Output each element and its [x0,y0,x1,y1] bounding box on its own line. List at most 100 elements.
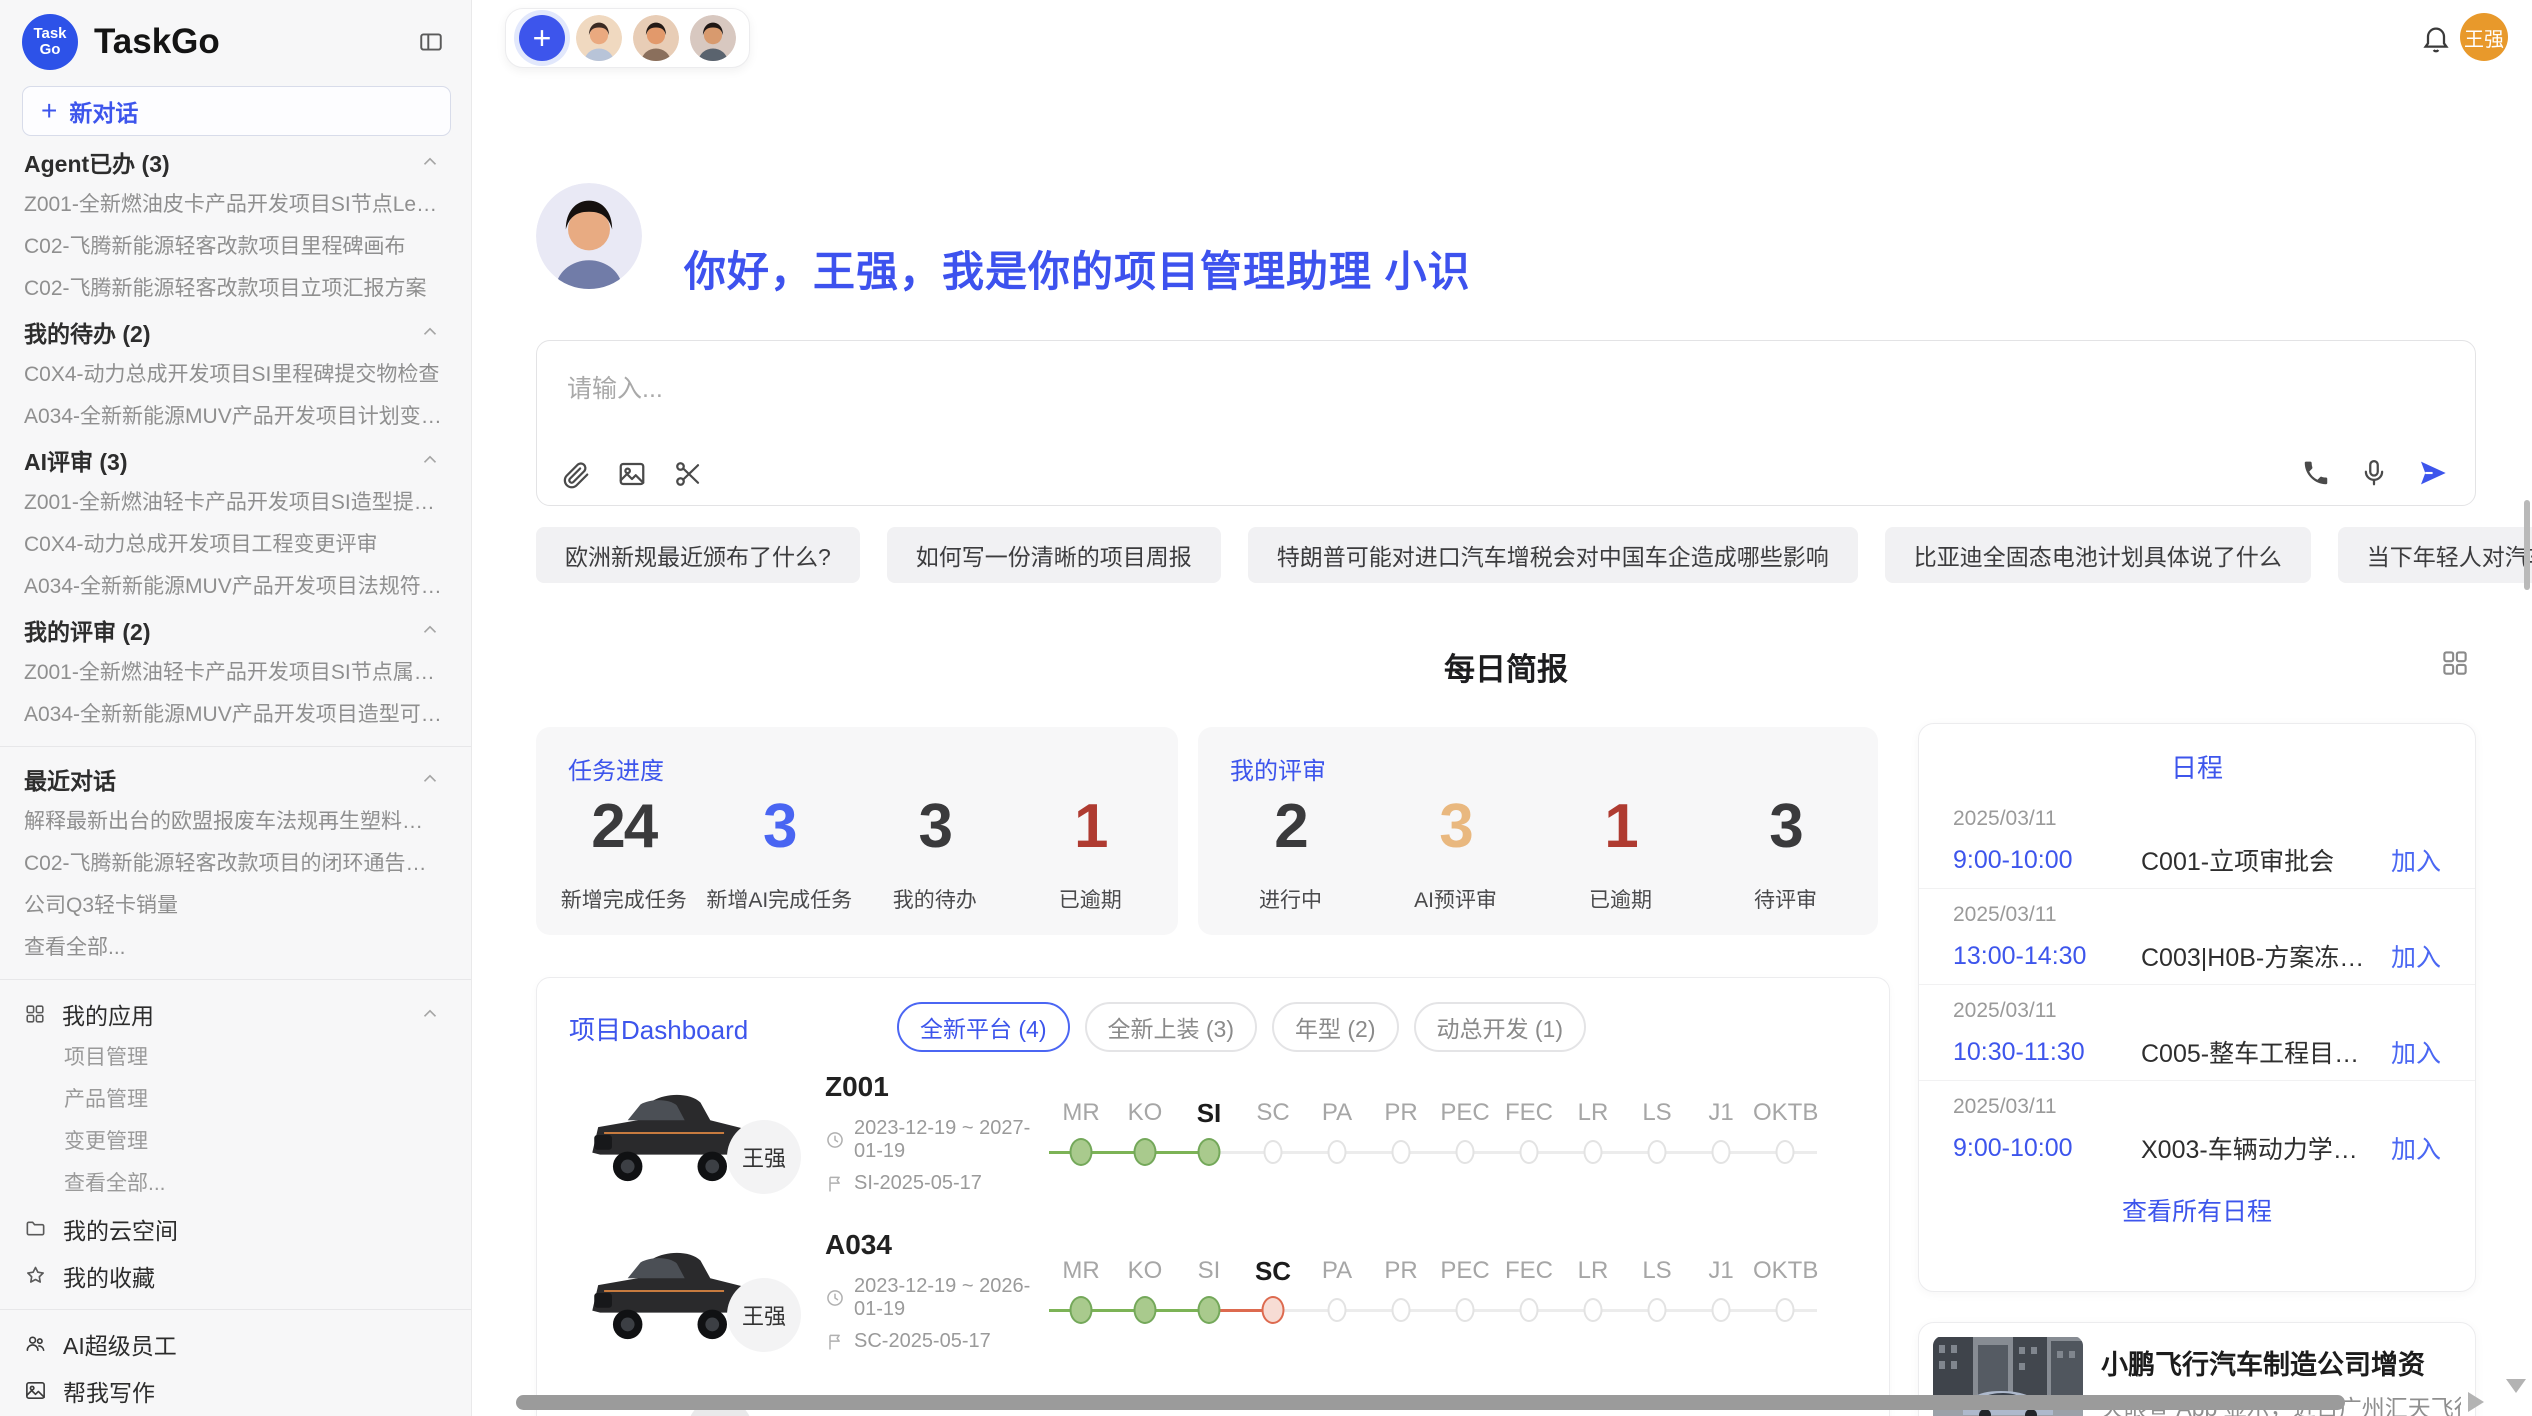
layout-grid-icon[interactable] [2440,648,2470,678]
project-row[interactable]: 王强A0342023-12-19 ~ 2026-01-19SC-2025-05-… [573,1216,1817,1366]
recent-conversations-header[interactable]: 最近对话 [0,757,471,801]
milestone-dot [1584,1298,1603,1322]
milestone: SC [1241,1096,1305,1170]
recent-conversation-item[interactable]: C02-飞腾新能源轻客改款项目的闭环通告反馈情况 [0,843,471,885]
milestone-dot [1584,1140,1603,1164]
recent-conversation-item[interactable]: 公司Q3轻卡销量 [0,885,471,927]
sidebar-task-item[interactable]: C02-飞腾新能源轻客改款项目里程碑画布 [0,226,471,268]
user-avatar[interactable]: 王强 [2460,13,2508,61]
milestone-dot [1134,1296,1157,1324]
project-code: A034 [825,1229,1043,1261]
phone-icon[interactable] [2301,458,2331,488]
scroll-right-arrow[interactable] [2468,1392,2484,1412]
sidebar-task-item[interactable]: Z001-全新燃油轻卡产品开发项目SI节点属性5D文件评审 [0,652,471,694]
dashboard-filter-pill[interactable]: 全新上装 (3) [1085,1002,1258,1052]
project-row[interactable]: 王强Z0012023-12-19 ~ 2027-01-19SI-2025-05-… [573,1058,1817,1208]
sidebar-task-item[interactable]: Z001-全新燃油皮卡产品开发项目SI节点Lesson Learn报告 [0,184,471,226]
join-button[interactable]: 加入 [2391,1034,2441,1070]
image-upload-icon[interactable] [617,459,647,489]
suggestion-chip[interactable]: 当下年轻人对汽车外观有怎样的喜好趋势 [2338,527,2532,583]
sidebar-task-item[interactable]: C02-飞腾新能源轻客改款项目立项汇报方案 [0,268,471,310]
my-apps-label: 我的应用 [62,997,403,1031]
logo-text-top: Task [33,26,66,42]
suggestion-chip[interactable]: 欧洲新规最近颁布了什么? [536,527,860,583]
sidebar-item[interactable]: 帮我写作 [0,1367,471,1414]
assistant-avatar [536,183,642,289]
sidebar-item[interactable]: 我的云空间 [0,1205,471,1252]
join-button[interactable]: 加入 [2391,1130,2441,1166]
suggestion-chip[interactable]: 如何写一份清晰的项目周报 [887,527,1221,583]
sidebar-item[interactable]: 我的收藏 [0,1252,471,1299]
dashboard-filter-pill[interactable]: 年型 (2) [1272,1002,1399,1052]
collapse-sidebar-icon[interactable] [417,29,445,55]
paperclip-icon[interactable] [561,459,591,489]
milestone-label: LR [1561,1254,1625,1288]
milestone: MR [1049,1254,1113,1328]
sidebar-section-header[interactable]: 我的评审 (2) [0,608,471,652]
app-submenu-item[interactable]: 查看全部... [0,1163,471,1205]
sidebar-task-item[interactable]: A034-全新新能源MUV产品开发项目造型可行性评审 [0,694,471,736]
sidebar-task-item[interactable]: C0X4-动力总成开发项目工程变更评审 [0,524,471,566]
stat-label: 进行中 [1208,884,1373,914]
suggestion-chip[interactable]: 比亚迪全固态电池计划具体说了什么 [1885,527,2311,583]
owner-badge: 王强 [727,1120,801,1194]
sidebar-section-header[interactable]: Agent已办 (3) [0,140,471,184]
milestone-label: PEC [1433,1254,1497,1288]
milestone-dot [1070,1296,1093,1324]
suggestion-chip[interactable]: 特朗普可能对进口汽车增税会对中国车企造成哪些影响 [1248,527,1858,583]
main-area: + 王强 你好，王强，我是你的项目管理助理 小识 请输入... 欧洲新规最近 [472,0,2532,1416]
dashboard-filter-pill[interactable]: 动总开发 (1) [1414,1002,1587,1052]
sidebar-item-my-apps[interactable]: 我的应用 [0,990,471,1037]
milestone-label: FEC [1497,1096,1561,1130]
agent-avatar[interactable] [690,15,736,61]
recent-conversation-item[interactable]: 解释最新出台的欧盟报废车法规再生塑料比例被调至15%... [0,801,471,843]
stat-item: 3待评审 [1703,791,1868,914]
add-agent-button[interactable]: + [519,15,565,61]
microphone-icon[interactable] [2359,458,2389,488]
milestone-label: OKTB [1753,1096,1817,1130]
vertical-scrollbar[interactable] [2524,500,2530,590]
sidebar-task-sections: Agent已办 (3)Z001-全新燃油皮卡产品开发项目SI节点Lesson L… [0,140,471,736]
milestone-dot [1264,1140,1283,1164]
scissors-icon[interactable] [673,459,703,489]
milestone-dot [1392,1298,1411,1322]
new-chat-button[interactable]: + 新对话 [22,86,451,136]
milestone-timeline: MRKOSISCPAPRPECFECLRLSJ1OKTB [1049,1096,1817,1170]
app-submenu-item[interactable]: 产品管理 [0,1079,471,1121]
join-button[interactable]: 加入 [2391,938,2441,974]
clock-icon [825,1130,845,1150]
event-date: 2025/03/11 [1953,999,2441,1023]
horizontal-scrollbar[interactable] [516,1395,2345,1410]
stat-value: 3 [857,791,1013,862]
event-date: 2025/03/11 [1953,903,2441,927]
sidebar-section-header[interactable]: AI评审 (3) [0,438,471,482]
project-vehicle-image: 王强 [573,1074,763,1192]
milestone-dot [1392,1140,1411,1164]
sidebar-section-header[interactable]: 我的待办 (2) [0,310,471,354]
app-submenu-item[interactable]: 变更管理 [0,1121,471,1163]
join-button[interactable]: 加入 [2391,842,2441,878]
sidebar-item[interactable]: AI超级员工 [0,1320,471,1367]
dashboard-filter-pill[interactable]: 全新平台 (4) [897,1002,1070,1052]
milestone-dot [1198,1296,1221,1324]
send-icon[interactable] [2417,457,2449,489]
milestone: KO [1113,1254,1177,1328]
image-icon [24,1379,47,1402]
notification-bell-icon[interactable] [2420,22,2452,54]
app-submenu-item[interactable]: 项目管理 [0,1037,471,1079]
view-all-conversations[interactable]: 查看全部... [0,927,471,969]
milestone-dot [1134,1138,1157,1166]
sidebar-task-item[interactable]: C0X4-动力总成开发项目SI里程碑提交物检查 [0,354,471,396]
milestone-label: PA [1305,1096,1369,1130]
agent-avatar[interactable] [576,15,622,61]
sidebar-task-item[interactable]: A034-全新新能源MUV产品开发项目法规符合性评审 [0,566,471,608]
view-all-schedule-link[interactable]: 查看所有日程 [1919,1176,2475,1244]
agent-avatar[interactable] [633,15,679,61]
chat-input[interactable]: 请输入... [567,369,663,405]
scroll-down-arrow[interactable] [2506,1379,2526,1393]
sidebar-task-item[interactable]: A034-全新新能源MUV产品开发项目计划变更表编写 [0,396,471,438]
stat-value: 3 [1373,791,1538,862]
chevron-up-icon [419,151,441,173]
sidebar-task-item[interactable]: Z001-全新燃油轻卡产品开发项目SI造型提交物评审 [0,482,471,524]
milestone-label: KO [1113,1254,1177,1288]
